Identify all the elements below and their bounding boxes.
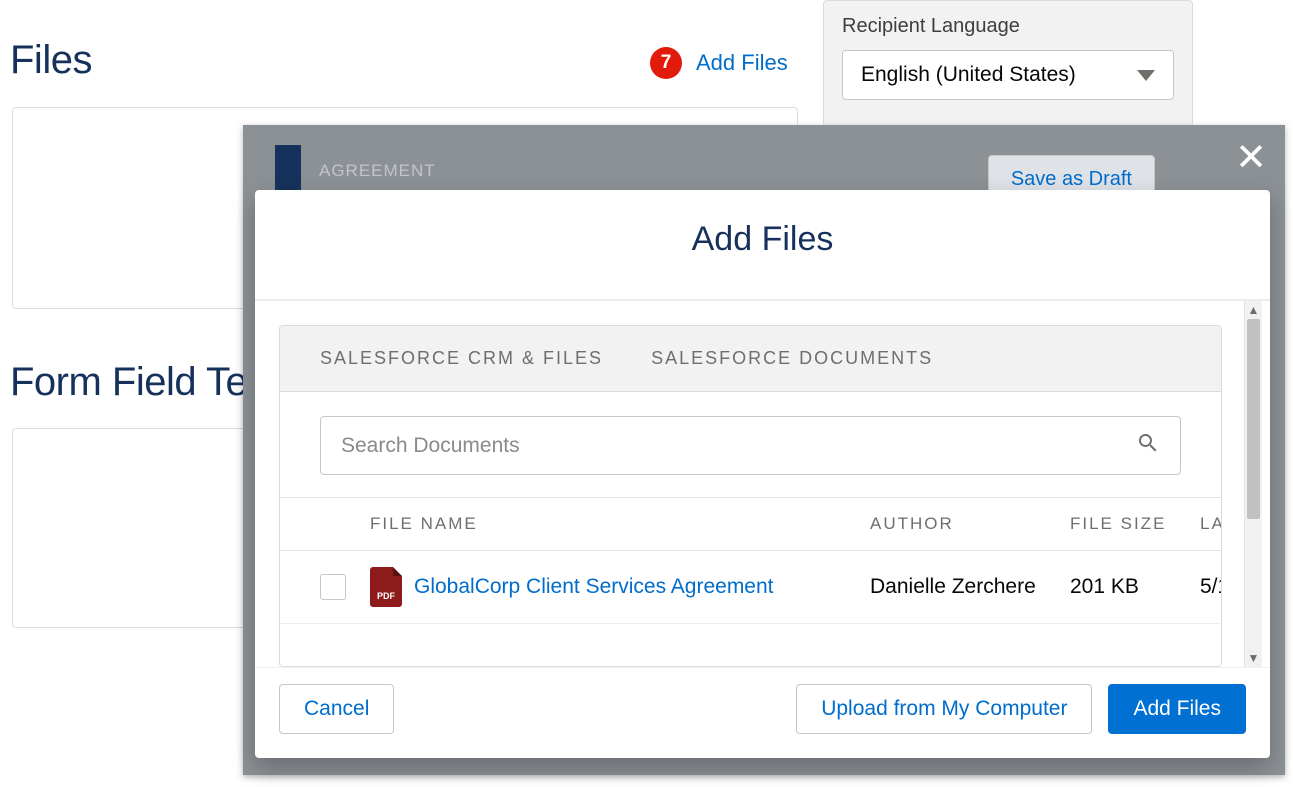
recipient-language-label: Recipient Language: [842, 15, 1174, 38]
recipient-language-value: English (United States): [861, 63, 1076, 87]
tab-salesforce-documents[interactable]: SALESFORCE DOCUMENTS: [651, 348, 933, 369]
modal-body: SALESFORCE CRM & FILES SALESFORCE DOCUME…: [255, 299, 1270, 667]
row-size: 201 KB: [1070, 575, 1200, 599]
recipient-language-select[interactable]: English (United States): [842, 50, 1174, 100]
upload-from-computer-button[interactable]: Upload from My Computer: [796, 684, 1092, 734]
files-heading: Files: [10, 38, 92, 83]
tabs-bar: SALESFORCE CRM & FILES SALESFORCE DOCUME…: [280, 326, 1221, 392]
col-last: LAS: [1200, 514, 1222, 534]
file-name-link[interactable]: GlobalCorp Client Services Agreement: [414, 575, 774, 599]
form-field-heading: Form Field Te: [10, 360, 247, 405]
chevron-down-icon: [1137, 70, 1155, 81]
add-files-button[interactable]: Add Files: [1108, 684, 1246, 734]
row-checkbox[interactable]: [320, 574, 346, 600]
step-badge: 7: [650, 47, 682, 79]
row-author: Danielle Zerchere: [870, 575, 1070, 599]
search-icon[interactable]: [1136, 431, 1160, 460]
cancel-button[interactable]: Cancel: [279, 684, 394, 734]
table-row[interactable]: PDF GlobalCorp Client Services Agreement…: [280, 551, 1221, 624]
tab-crm-files[interactable]: SALESFORCE CRM & FILES: [320, 348, 603, 369]
close-icon[interactable]: ✕: [1235, 135, 1267, 180]
col-file-name: FILE NAME: [370, 514, 870, 534]
scrollbar[interactable]: ▲ ▼: [1244, 301, 1262, 667]
source-tabs-card: SALESFORCE CRM & FILES SALESFORCE DOCUME…: [279, 325, 1222, 667]
table-header: FILE NAME AUTHOR FILE SIZE LAS: [280, 497, 1221, 551]
search-input[interactable]: [341, 434, 1136, 458]
add-files-link[interactable]: 7 Add Files: [650, 47, 788, 79]
recipient-language-panel: Recipient Language English (United State…: [823, 0, 1193, 127]
scroll-up-icon[interactable]: ▲: [1245, 301, 1262, 319]
row-last: 5/1: [1200, 575, 1222, 599]
col-author: AUTHOR: [870, 514, 1070, 534]
search-field[interactable]: [320, 416, 1181, 475]
scroll-down-icon[interactable]: ▼: [1245, 649, 1262, 667]
add-files-link-text: Add Files: [696, 50, 788, 76]
pdf-icon: PDF: [370, 567, 402, 607]
modal-title: Add Files: [255, 190, 1270, 299]
modal-footer: Cancel Upload from My Computer Add Files: [255, 667, 1270, 758]
col-file-size: FILE SIZE: [1070, 514, 1200, 534]
add-files-modal: Add Files SALESFORCE CRM & FILES SALESFO…: [255, 190, 1270, 758]
agreement-caption: AGREEMENT: [319, 161, 436, 181]
scroll-thumb[interactable]: [1247, 319, 1260, 519]
